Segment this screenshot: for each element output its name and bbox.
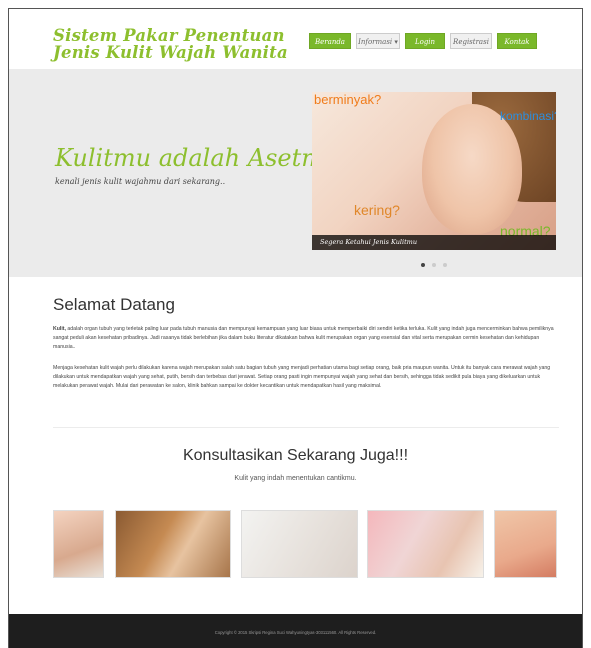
welcome-paragraph-1: Kulit, adalah organ tubuh yang terletak … [53,325,559,352]
footer-copyright: Copyright © 2015 Skripsi Regina Suci Wah… [214,630,377,635]
welcome-paragraph-1-bold: Kulit, [53,326,66,332]
slider-dot-2[interactable] [432,263,436,267]
hero-title: Kulitmu adalah Asetmu [55,144,340,172]
gallery-thumb-2[interactable] [115,510,231,578]
nav-beranda[interactable]: Beranda [309,33,351,49]
slide-word-kering: kering? [354,202,400,218]
welcome-paragraph-2: Menjaga kesehatan kulit wajah perlu dila… [53,365,551,389]
hero-section: Kulitmu adalah Asetmu kenali jenis kulit… [9,69,582,277]
slide-word-berminyak: berminyak? [314,92,382,107]
slide-face-shape [422,104,522,234]
hero-slide-image[interactable]: berminyak? kombinasi? kering? normal? Se… [312,92,556,250]
nav-kontak[interactable]: Kontak [497,33,537,49]
welcome-paragraph-1-text: adalah organ tubuh yang terletak paling … [53,326,554,350]
nav-registrasi[interactable]: Registrasi [450,33,492,49]
slide-caption: Segera Ketahui Jenis Kulitmu [312,235,556,250]
hero-subtitle: kenali jenis kulit wajahmu dari sekarang… [55,177,226,186]
nav-login[interactable]: Login [405,33,445,49]
main-nav: Beranda Informasi ▾ Login Registrasi Kon… [309,33,537,49]
slider-dot-1[interactable] [421,263,425,267]
section-divider [53,427,559,428]
gallery-thumb-5[interactable] [494,510,557,578]
slide-word-kombinasi: kombinasi? [500,109,556,123]
site-footer: Copyright © 2015 Skripsi Regina Suci Wah… [9,614,582,648]
page-frame: Sistem Pakar Penentuan Jenis Kulit Wajah… [8,8,583,648]
site-logo[interactable]: Sistem Pakar Penentuan Jenis Kulit Wajah… [53,27,303,61]
gallery-thumb-3[interactable] [241,510,358,578]
gallery-thumb-4[interactable] [367,510,484,578]
slider-dots [421,263,447,267]
nav-informasi-dropdown[interactable]: Informasi ▾ [356,33,400,49]
consult-title: Konsultasikan Sekarang Juga!!! [182,447,409,464]
consult-subtitle: Kulit yang indah menentukan cantikmu. [234,475,357,482]
site-header: Sistem Pakar Penentuan Jenis Kulit Wajah… [9,9,582,69]
welcome-title: Selamat Datang [53,295,175,314]
gallery-thumb-1[interactable] [53,510,104,578]
slider-dot-3[interactable] [443,263,447,267]
